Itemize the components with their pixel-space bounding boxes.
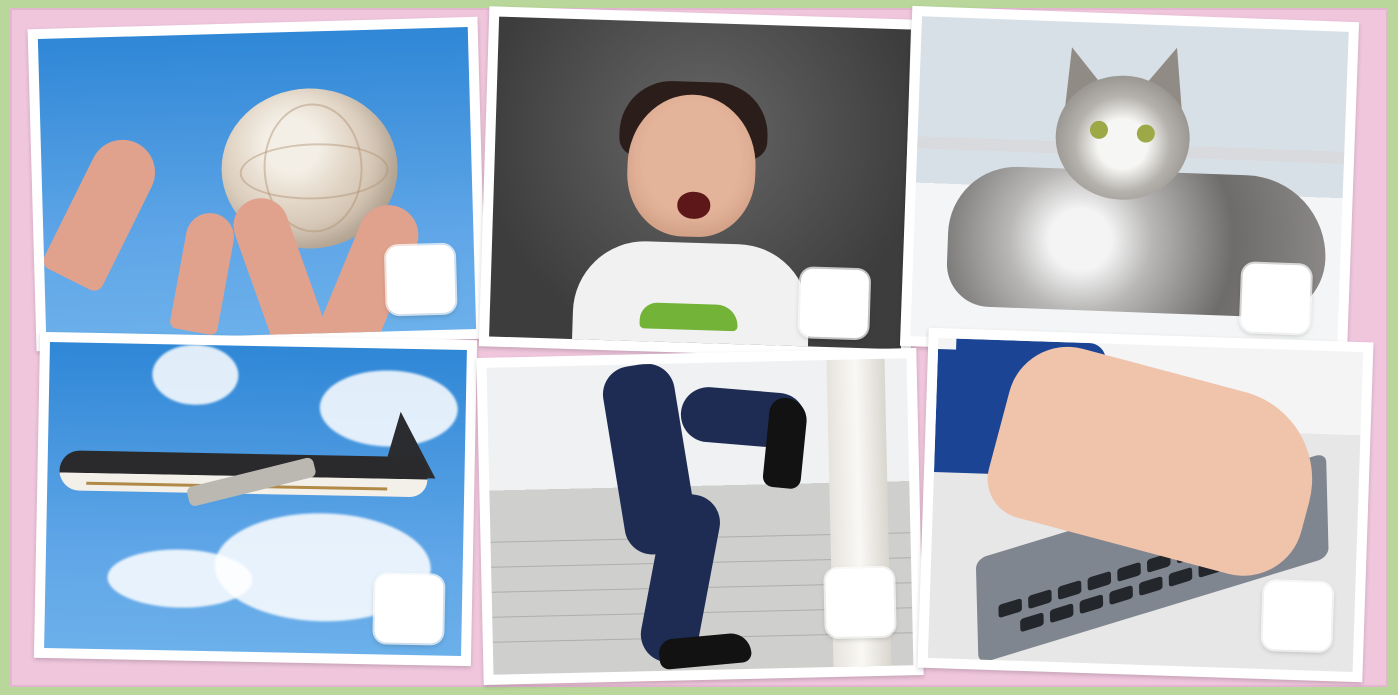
shoe-icon xyxy=(761,396,809,490)
answer-box-cat[interactable] xyxy=(1240,263,1312,334)
key-icon xyxy=(1168,566,1193,588)
answer-box-keyboard[interactable] xyxy=(1262,580,1333,652)
photo-card-airplane xyxy=(33,331,478,667)
cloud-icon xyxy=(151,344,239,406)
photo-card-stairs xyxy=(476,348,924,685)
key-icon xyxy=(1079,594,1104,615)
answer-box-crying-child[interactable] xyxy=(799,268,870,339)
photo-card-volleyball xyxy=(27,16,487,352)
hand-icon xyxy=(40,128,167,294)
key-icon xyxy=(1138,575,1163,597)
key-icon xyxy=(1020,612,1044,633)
key-icon xyxy=(1028,588,1052,610)
key-icon xyxy=(1057,579,1082,601)
photo-card-crying-child xyxy=(478,6,922,360)
key-icon xyxy=(1109,584,1133,606)
car-icon xyxy=(639,302,739,332)
mouth-icon xyxy=(676,191,711,220)
answer-box-airplane[interactable] xyxy=(374,574,444,644)
answer-box-stairs[interactable] xyxy=(825,567,895,638)
key-icon xyxy=(1117,561,1141,583)
key-icon xyxy=(998,598,1023,619)
key-icon xyxy=(1087,570,1112,592)
key-icon xyxy=(1049,603,1074,624)
photo-card-keyboard xyxy=(917,327,1374,683)
hand-icon xyxy=(169,209,238,336)
answer-box-volleyball[interactable] xyxy=(385,244,456,315)
photo-card-cat xyxy=(899,5,1360,363)
shirt-icon xyxy=(571,239,812,350)
